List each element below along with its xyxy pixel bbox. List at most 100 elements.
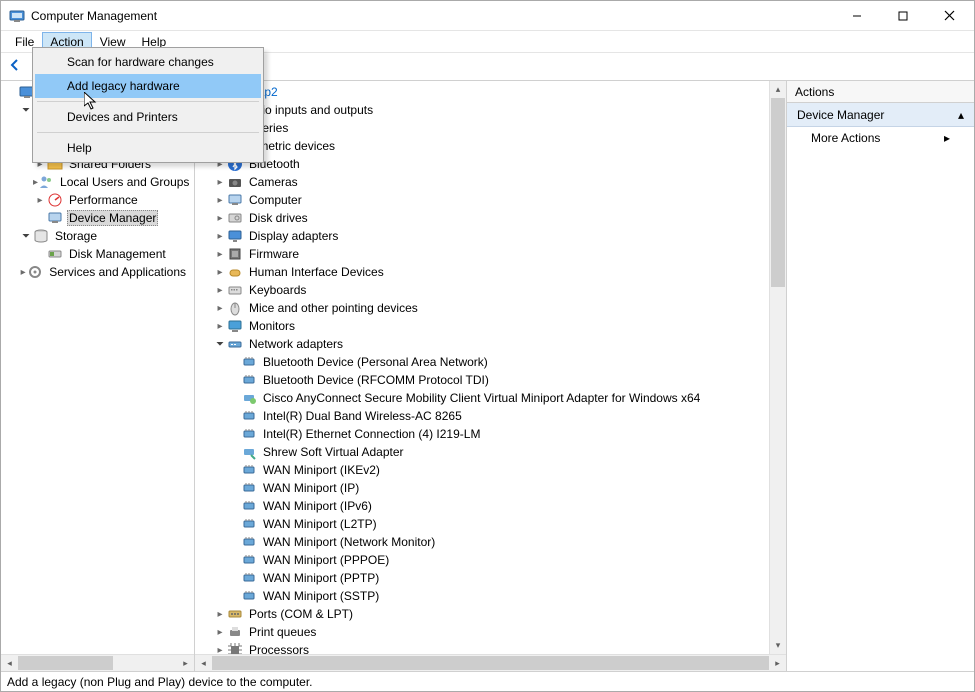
expander-icon[interactable]: ⏷: [213, 339, 227, 350]
expander-icon[interactable]: ▸: [213, 321, 227, 332]
device-tree-row[interactable]: ▸Print queues: [195, 623, 769, 641]
storage-icon: [33, 228, 49, 244]
dropdown-add-legacy-hardware[interactable]: Add legacy hardware: [35, 74, 261, 98]
device-tree-row[interactable]: ▸Human Interface Devices: [195, 263, 769, 281]
back-icon[interactable]: [7, 57, 23, 76]
tree-label: Performance: [67, 193, 140, 207]
tree-storage[interactable]: ⏷ Storage: [1, 227, 194, 245]
device-tree-row[interactable]: ▸Cameras: [195, 173, 769, 191]
scroll-left-icon[interactable]: ◂: [195, 655, 212, 671]
device-label: Bluetooth Device (RFCOMM Protocol TDI): [261, 373, 491, 387]
device-label: WAN Miniport (Network Monitor): [261, 535, 437, 549]
expander-icon[interactable]: ▸: [213, 231, 227, 242]
minimize-button[interactable]: [834, 2, 880, 30]
expander-icon[interactable]: ▸: [213, 195, 227, 206]
device-tree-row[interactable]: ⏷Network adapters: [195, 335, 769, 353]
device-tree-row[interactable]: ▸Bluetooth: [195, 155, 769, 173]
content-area: C ⏷ S ▸ T ▸ E ▸ Shared Folders: [1, 81, 974, 671]
mid-scrollbar-v[interactable]: ▴ ▾: [769, 81, 786, 654]
actions-header: Actions: [787, 81, 974, 103]
console-tree[interactable]: C ⏷ S ▸ T ▸ E ▸ Shared Folders: [1, 81, 194, 654]
device-tree-row[interactable]: ▸Ports (COM & LPT): [195, 605, 769, 623]
expander-icon[interactable]: ⏷: [19, 231, 33, 242]
expander-icon[interactable]: ▸: [213, 267, 227, 278]
device-tree-row[interactable]: Bluetooth Device (RFCOMM Protocol TDI): [195, 371, 769, 389]
window-title: Computer Management: [31, 9, 834, 23]
expander-icon[interactable]: ▸: [213, 285, 227, 296]
device-tree-row[interactable]: Cisco AnyConnect Secure Mobility Client …: [195, 389, 769, 407]
device-tree-row[interactable]: ▸udio inputs and outputs: [195, 101, 769, 119]
tree-services-apps[interactable]: ▸ Services and Applications: [1, 263, 194, 281]
device-tree-row[interactable]: ▸ Monitors: [195, 317, 769, 335]
dropdown-scan-hardware[interactable]: Scan for hardware changes: [35, 50, 261, 74]
expander-icon[interactable]: ▸: [213, 303, 227, 314]
statusbar-text: Add a legacy (non Plug and Play) device …: [7, 675, 313, 689]
device-tree-row[interactable]: ▸Firmware: [195, 245, 769, 263]
mid-scrollbar-h[interactable]: ◂ ▸: [195, 654, 786, 671]
netadapter-icon: [241, 570, 257, 586]
device-tree-row[interactable]: WAN Miniport (IP): [195, 479, 769, 497]
device-tree-row[interactable]: WAN Miniport (PPTP): [195, 569, 769, 587]
tree-disk-management[interactable]: Disk Management: [1, 245, 194, 263]
left-scrollbar-h[interactable]: ◂ ▸: [1, 654, 194, 671]
tree-label: Disk Management: [67, 247, 168, 261]
device-tree-row[interactable]: ▸atteries: [195, 119, 769, 137]
netadapter-icon: [241, 588, 257, 604]
device-label: Computer: [247, 193, 304, 207]
tree-device-manager[interactable]: Device Manager: [1, 209, 194, 227]
device-tree-row[interactable]: WAN Miniport (L2TP): [195, 515, 769, 533]
shrew-icon: [241, 444, 257, 460]
device-tree-row[interactable]: WAN Miniport (SSTP): [195, 587, 769, 605]
disk-mgmt-icon: [47, 246, 63, 262]
device-tree-row[interactable]: WAN Miniport (IKEv2): [195, 461, 769, 479]
action-dropdown: Scan for hardware changes Add legacy har…: [32, 47, 264, 163]
scroll-left-icon[interactable]: ◂: [1, 655, 18, 671]
device-tree-row[interactable]: Intel(R) Dual Band Wireless-AC 8265: [195, 407, 769, 425]
tree-performance[interactable]: ▸ Performance: [1, 191, 194, 209]
netadapter-icon: [241, 498, 257, 514]
device-tree-row[interactable]: ▸Disk drives: [195, 209, 769, 227]
actions-device-manager[interactable]: Device Manager ▴: [787, 103, 974, 127]
expander-icon[interactable]: ▸: [213, 177, 227, 188]
actions-more[interactable]: More Actions ▸: [787, 127, 974, 149]
device-tree-row[interactable]: ▸ Computer: [195, 191, 769, 209]
tree-local-users[interactable]: ▸ Local Users and Groups: [1, 173, 194, 191]
scroll-up-icon[interactable]: ▴: [770, 81, 786, 98]
scroll-right-icon[interactable]: ▸: [177, 655, 194, 671]
expander-icon[interactable]: ▸: [213, 609, 227, 620]
dropdown-help[interactable]: Help: [35, 136, 261, 160]
device-tree[interactable]: ⏷nin-lap2▸udio inputs and outputs▸atteri…: [195, 81, 769, 654]
device-label: Monitors: [247, 319, 297, 333]
maximize-button[interactable]: [880, 2, 926, 30]
device-tree-row[interactable]: ▸iometric devices: [195, 137, 769, 155]
expander-icon[interactable]: ▸: [213, 645, 227, 655]
expander-icon[interactable]: ▸: [33, 195, 47, 206]
device-label: Mice and other pointing devices: [247, 301, 420, 315]
device-tree-row[interactable]: ⏷nin-lap2: [195, 83, 769, 101]
device-tree-row[interactable]: ▸ Mice and other pointing devices: [195, 299, 769, 317]
device-tree-row[interactable]: WAN Miniport (IPv6): [195, 497, 769, 515]
services-icon: [27, 264, 43, 280]
expander-icon[interactable]: ⏷: [19, 105, 33, 116]
scroll-down-icon[interactable]: ▾: [770, 637, 786, 654]
dropdown-devices-printers[interactable]: Devices and Printers: [35, 105, 261, 129]
device-tree-row[interactable]: ▸Display adapters: [195, 227, 769, 245]
collapse-icon[interactable]: ▴: [958, 108, 964, 122]
device-label: WAN Miniport (IP): [261, 481, 361, 495]
expander-icon[interactable]: ▸: [19, 267, 27, 278]
expander-icon[interactable]: ▸: [213, 249, 227, 260]
device-tree-row[interactable]: WAN Miniport (PPPOE): [195, 551, 769, 569]
tree-label: Device Manager: [67, 210, 158, 226]
device-tree-row[interactable]: Intel(R) Ethernet Connection (4) I219-LM: [195, 425, 769, 443]
close-button[interactable]: [926, 2, 972, 30]
cisco-icon: [241, 390, 257, 406]
expander-icon[interactable]: ▸: [213, 627, 227, 638]
scroll-right-icon[interactable]: ▸: [769, 655, 786, 671]
device-tree-row[interactable]: Bluetooth Device (Personal Area Network): [195, 353, 769, 371]
device-tree-row[interactable]: WAN Miniport (Network Monitor): [195, 533, 769, 551]
expander-icon[interactable]: ▸: [213, 213, 227, 224]
device-tree-row[interactable]: ▸Processors: [195, 641, 769, 654]
tree-label: Local Users and Groups: [58, 175, 191, 189]
device-tree-row[interactable]: ▸Keyboards: [195, 281, 769, 299]
device-tree-row[interactable]: Shrew Soft Virtual Adapter: [195, 443, 769, 461]
